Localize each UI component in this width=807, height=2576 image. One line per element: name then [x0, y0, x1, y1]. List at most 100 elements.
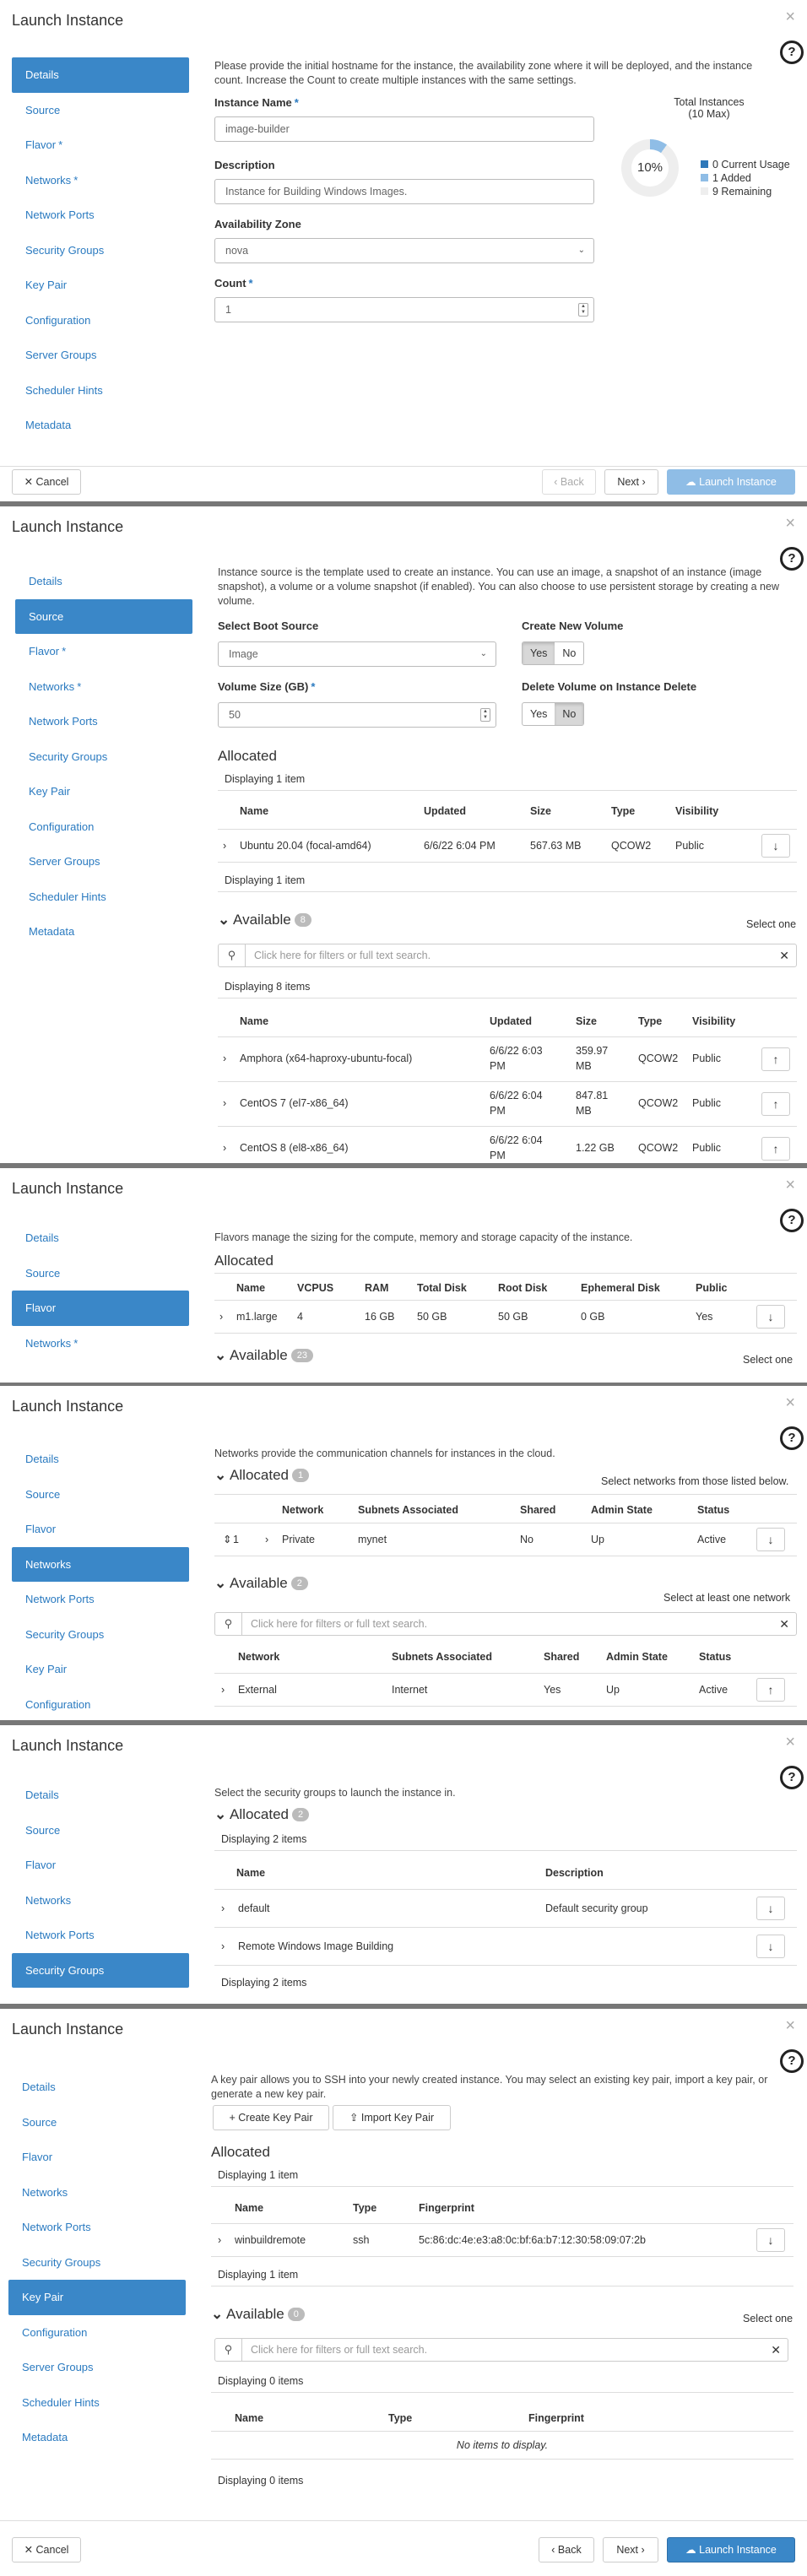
nav-network-ports[interactable]: Network Ports: [12, 198, 189, 233]
filter-search-input[interactable]: ⚲ Click here for filters or full text se…: [214, 1612, 797, 1636]
nav-network-ports[interactable]: Network Ports: [8, 2210, 186, 2245]
help-icon[interactable]: ?: [780, 1426, 804, 1450]
nav-key-pair[interactable]: Key Pair: [8, 2280, 186, 2315]
no-option[interactable]: No: [555, 642, 583, 664]
nav-source[interactable]: Source: [12, 1477, 189, 1513]
nav-metadata[interactable]: Metadata: [12, 408, 189, 443]
nav-server-groups[interactable]: Server Groups: [8, 2350, 186, 2385]
arrow-down-icon[interactable]: ↓: [761, 834, 790, 858]
nav-details[interactable]: Details: [12, 1442, 189, 1477]
close-icon[interactable]: ×: [785, 2017, 795, 2034]
table-row[interactable]: › m1.large 4 16 GB 50 GB 50 GB 0 GB Yes …: [214, 1300, 797, 1334]
nav-flavor[interactable]: Flavor: [12, 1848, 189, 1883]
back-button[interactable]: ‹ Back: [539, 2537, 594, 2562]
arrow-up-icon[interactable]: ↑: [761, 1047, 790, 1071]
delete-volume-toggle[interactable]: Yes No: [522, 702, 585, 726]
nav-security-groups[interactable]: Security Groups: [8, 2245, 186, 2281]
stepper-icon[interactable]: ▲ ▼: [578, 303, 588, 317]
expand-chevron-icon[interactable]: ›: [219, 1311, 223, 1323]
nav-networks[interactable]: Networks: [12, 1883, 189, 1918]
close-icon[interactable]: ×: [785, 8, 795, 25]
arrow-down-icon[interactable]: ↓: [756, 1897, 785, 1920]
nav-source[interactable]: Source: [12, 1256, 189, 1291]
import-key-pair-button[interactable]: ⇪ Import Key Pair: [333, 2105, 451, 2130]
table-row[interactable]: › Remote Windows Image Building ↓: [214, 1927, 797, 1966]
nav-details[interactable]: Details: [8, 2070, 186, 2105]
filter-search-input[interactable]: ⚲ Click here for filters or full text se…: [214, 2338, 788, 2362]
nav-flavor[interactable]: Flavor: [8, 2140, 186, 2175]
create-volume-toggle[interactable]: Yes No: [522, 641, 585, 665]
table-row[interactable]: › CentOS 7 (el7-x86_64) 6/6/22 6:04 PM 8…: [218, 1081, 797, 1127]
stepper-icon[interactable]: ▲ ▼: [480, 708, 490, 722]
close-icon[interactable]: ×: [785, 1177, 795, 1193]
help-icon[interactable]: ?: [780, 41, 804, 64]
nav-network-ports[interactable]: Network Ports: [12, 1918, 189, 1953]
count-input[interactable]: 1 ▲ ▼: [214, 297, 594, 322]
nav-networks[interactable]: Networks *: [12, 163, 189, 198]
nav-scheduler-hints[interactable]: Scheduler Hints: [8, 2385, 186, 2421]
nav-scheduler-hints[interactable]: Scheduler Hints: [15, 879, 192, 915]
nav-server-groups[interactable]: Server Groups: [15, 844, 192, 879]
table-row[interactable]: › Ubuntu 20.04 (focal-amd64) 6/6/22 6:04…: [218, 829, 797, 863]
nav-configuration[interactable]: Configuration: [8, 2315, 186, 2351]
availability-zone-select[interactable]: nova ⌄: [214, 238, 594, 263]
no-option[interactable]: No: [555, 703, 584, 725]
cancel-button[interactable]: ✕ Cancel: [12, 2537, 81, 2562]
nav-configuration[interactable]: Configuration: [15, 809, 192, 845]
clear-icon[interactable]: ✕: [779, 944, 789, 966]
arrow-up-icon[interactable]: ↑: [761, 1137, 790, 1161]
arrow-down-icon[interactable]: ↓: [756, 2228, 785, 2252]
table-row[interactable]: › winbuildremote ssh 5c:86:dc:4e:e3:a8:0…: [211, 2223, 793, 2257]
nav-details[interactable]: Details: [12, 57, 189, 93]
nav-key-pair[interactable]: Key Pair: [15, 774, 192, 809]
table-row[interactable]: › Amphora (x64-haproxy-ubuntu-focal) 6/6…: [218, 1036, 797, 1082]
nav-configuration[interactable]: Configuration: [12, 1687, 189, 1721]
close-icon[interactable]: ×: [785, 515, 795, 532]
nav-source[interactable]: Source: [12, 93, 189, 128]
arrow-down-icon[interactable]: ↓: [756, 1305, 785, 1329]
nav-security-groups[interactable]: Security Groups: [15, 739, 192, 775]
nav-scheduler-hints[interactable]: Scheduler Hints: [12, 373, 189, 409]
clear-icon[interactable]: ✕: [771, 2339, 781, 2361]
nav-details[interactable]: Details: [15, 564, 192, 599]
yes-option[interactable]: Yes: [523, 642, 555, 664]
next-button[interactable]: Next ›: [603, 2537, 658, 2562]
nav-networks[interactable]: Networks *: [12, 1326, 189, 1361]
nav-details[interactable]: Details: [12, 1220, 189, 1256]
nav-key-pair[interactable]: Key Pair: [12, 1652, 189, 1687]
expand-chevron-icon[interactable]: ›: [223, 1142, 226, 1155]
clear-icon[interactable]: ✕: [779, 1613, 789, 1635]
close-icon[interactable]: ×: [785, 1734, 795, 1751]
expand-chevron-icon[interactable]: ›: [221, 1684, 225, 1697]
expand-chevron-icon[interactable]: ›: [221, 1902, 225, 1915]
help-icon[interactable]: ?: [780, 1209, 804, 1232]
expand-chevron-icon[interactable]: ›: [223, 1097, 226, 1110]
arrow-down-icon[interactable]: ↓: [756, 1935, 785, 1958]
volume-size-input[interactable]: 50 ▲ ▼: [218, 702, 496, 728]
chevron-down-icon[interactable]: ⌄: [214, 1806, 226, 1823]
nav-network-ports[interactable]: Network Ports: [12, 1582, 189, 1617]
cancel-button[interactable]: ✕ Cancel: [12, 469, 81, 495]
expand-chevron-icon[interactable]: ›: [223, 840, 226, 852]
close-icon[interactable]: ×: [785, 1394, 795, 1411]
nav-network-ports[interactable]: Network Ports: [15, 704, 192, 739]
expand-chevron-icon[interactable]: ›: [265, 1534, 268, 1546]
help-icon[interactable]: ?: [780, 2049, 804, 2073]
boot-source-select[interactable]: Image ⌄: [218, 641, 496, 667]
nav-flavor[interactable]: Flavor *: [15, 634, 192, 669]
nav-flavor[interactable]: Flavor: [12, 1512, 189, 1547]
table-row[interactable]: › default Default security group ↓: [214, 1889, 797, 1928]
nav-flavor[interactable]: Flavor: [12, 1291, 189, 1326]
arrow-up-icon[interactable]: ↑: [756, 1678, 785, 1702]
chevron-down-icon[interactable]: ⌄: [214, 1575, 226, 1592]
chevron-down-icon[interactable]: ⌄: [218, 912, 230, 928]
nav-security-groups[interactable]: Security Groups: [12, 1617, 189, 1653]
nav-metadata[interactable]: Metadata: [15, 914, 192, 950]
expand-chevron-icon[interactable]: ›: [223, 1053, 226, 1065]
drag-handle-icon[interactable]: ⇕: [223, 1534, 231, 1546]
help-icon[interactable]: ?: [780, 1766, 804, 1789]
table-row[interactable]: ⇕ 1 › Private mynet No Up Active ↓: [214, 1523, 797, 1556]
help-icon[interactable]: ?: [780, 547, 804, 571]
launch-instance-button[interactable]: ☁ Launch Instance: [667, 2537, 795, 2562]
nav-networks[interactable]: Networks: [8, 2175, 186, 2211]
